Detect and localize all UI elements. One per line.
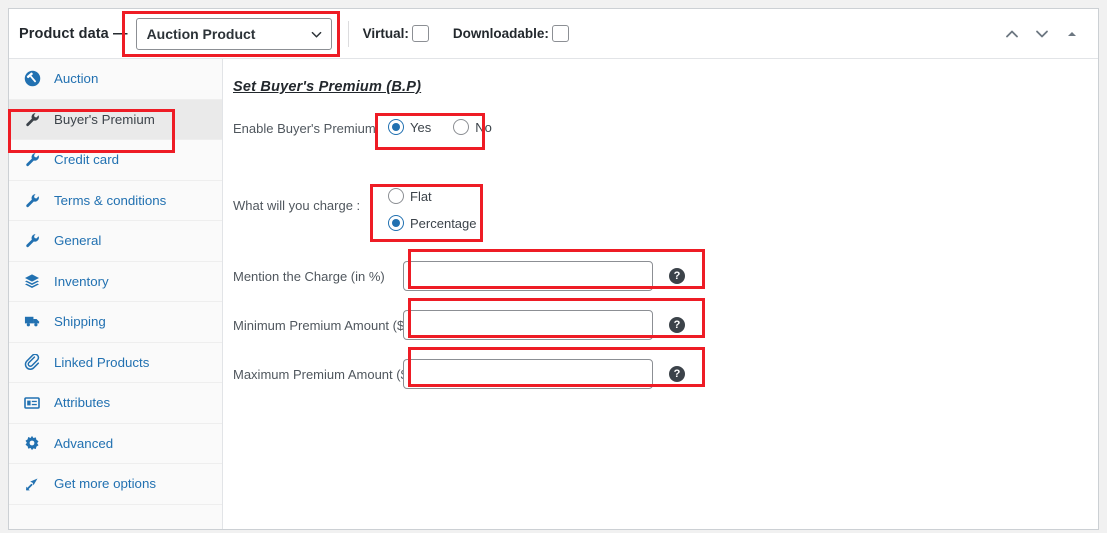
sidebar-item-label: Auction — [54, 71, 99, 87]
min-premium-row: Minimum Premium Amount ($) ? — [223, 310, 1098, 340]
product-type-selected-value: Auction Product — [146, 25, 256, 42]
product-data-tabs: Auction Buyer's Premium Credit card Term… — [9, 59, 223, 529]
paperclip-icon — [23, 353, 41, 371]
radio-no[interactable] — [453, 119, 470, 135]
charge-type-option-percentage[interactable]: Percentage — [388, 215, 477, 231]
sidebar-item-label: Buyer's Premium — [54, 111, 155, 127]
product-type-select-wrapper: Auction Product — [135, 17, 332, 50]
charge-type-row: What will you charge : Flat Percentage — [223, 188, 1098, 231]
virtual-label: Virtual: — [362, 26, 409, 41]
charge-type-option-flat[interactable]: Flat — [388, 188, 477, 204]
sidebar-item-general[interactable]: General — [9, 221, 222, 262]
min-premium-label: Minimum Premium Amount ($) — [233, 317, 409, 333]
sidebar-item-credit-card[interactable]: Credit card — [9, 140, 222, 181]
gavel-icon — [23, 70, 41, 88]
enable-bp-option-no[interactable]: No — [453, 119, 492, 135]
product-data-metabox: Product data — Auction Product Virtual: … — [8, 8, 1099, 530]
move-up-button[interactable] — [1002, 24, 1022, 44]
charge-percent-input[interactable] — [403, 261, 653, 291]
wrench-icon — [23, 151, 41, 169]
buyers-premium-panel: Set Buyer's Premium (B.P) Enable Buyer's… — [223, 59, 1098, 529]
sidebar-item-label: Credit card — [54, 152, 120, 168]
section-heading: Set Buyer's Premium (B.P) — [233, 79, 422, 95]
header-divider — [347, 20, 349, 47]
sidebar-item-label: General — [54, 233, 102, 249]
sidebar-item-advanced[interactable]: Advanced — [9, 424, 222, 464]
charge-percent-help-icon[interactable]: ? — [669, 268, 685, 284]
sidebar-item-get-more-options[interactable]: Get more options — [9, 464, 222, 505]
cursor-icon — [23, 475, 41, 493]
radio-percentage-label: Percentage — [410, 215, 477, 231]
sidebar-item-label: Get more options — [54, 476, 156, 492]
product-data-header: Product data — Auction Product Virtual: … — [9, 9, 1098, 59]
radio-flat-label: Flat — [410, 188, 432, 204]
downloadable-label: Downloadable: — [452, 26, 549, 41]
sidebar-item-buyers-premium[interactable]: Buyer's Premium — [9, 99, 222, 140]
min-premium-help-icon[interactable]: ? — [669, 317, 685, 333]
max-premium-help-icon[interactable]: ? — [669, 366, 685, 382]
sidebar-item-label: Inventory — [54, 273, 109, 289]
product-data-body: Auction Buyer's Premium Credit card Term… — [9, 59, 1098, 529]
charge-percent-row: Mention the Charge (in %) ? — [223, 261, 1098, 291]
virtual-checkbox[interactable] — [411, 25, 429, 42]
downloadable-field[interactable]: Downloadable: — [453, 25, 569, 42]
radio-flat[interactable] — [388, 188, 404, 204]
triangle-up-icon — [1068, 31, 1076, 36]
charge-percent-label: Mention the Charge (in %) — [233, 268, 385, 284]
list-card-icon — [23, 394, 41, 412]
sidebar-item-label: Terms & conditions — [54, 192, 167, 208]
layers-icon — [23, 272, 41, 290]
downloadable-checkbox[interactable] — [551, 25, 569, 42]
sidebar-item-label: Advanced — [54, 435, 114, 451]
sidebar-item-shipping[interactable]: Shipping — [9, 302, 222, 343]
radio-percentage[interactable] — [388, 215, 404, 231]
chevron-down-icon — [1036, 30, 1048, 37]
enable-bp-option-yes[interactable]: Yes — [388, 119, 431, 135]
charge-type-label: What will you charge : — [233, 198, 361, 213]
sidebar-item-label: Linked Products — [54, 354, 150, 370]
sidebar-item-attributes[interactable]: Attributes — [9, 383, 222, 424]
truck-icon — [23, 313, 41, 331]
sidebar-item-label: Attributes — [54, 395, 111, 411]
max-premium-row: Maximum Premium Amount ($) ? — [223, 359, 1098, 389]
enable-bp-label: Enable Buyer's Premium — [233, 121, 376, 136]
radio-no-label: No — [475, 119, 492, 135]
sidebar-item-auction[interactable]: Auction — [9, 59, 222, 100]
page-title: Product data — — [19, 25, 128, 42]
wrench-icon — [23, 110, 41, 128]
radio-yes-label: Yes — [410, 119, 432, 135]
enable-bp-row: Enable Buyer's Premium Yes No — [223, 117, 1098, 136]
move-down-button[interactable] — [1032, 24, 1052, 44]
panel-header-actions — [1002, 24, 1086, 44]
min-premium-input[interactable] — [403, 310, 653, 340]
gear-icon — [23, 434, 41, 452]
enable-bp-radio-group: Yes No — [373, 117, 492, 135]
sidebar-item-label: Shipping — [54, 314, 106, 330]
max-premium-label: Maximum Premium Amount ($) — [233, 366, 413, 382]
max-premium-input[interactable] — [403, 359, 653, 389]
sidebar-item-linked-products[interactable]: Linked Products — [9, 343, 222, 383]
virtual-field[interactable]: Virtual: — [363, 25, 429, 42]
chevron-up-icon — [1006, 30, 1018, 37]
sidebar-item-terms-conditions[interactable]: Terms & conditions — [9, 181, 222, 221]
product-type-select[interactable]: Auction Product — [135, 17, 332, 50]
wrench-icon — [23, 232, 41, 250]
sidebar-item-inventory[interactable]: Inventory — [9, 262, 222, 302]
toggle-panel-button[interactable] — [1062, 24, 1082, 44]
wrench-icon — [23, 191, 41, 209]
charge-type-radio-group: Flat Percentage — [373, 188, 477, 231]
radio-yes[interactable] — [388, 119, 404, 135]
